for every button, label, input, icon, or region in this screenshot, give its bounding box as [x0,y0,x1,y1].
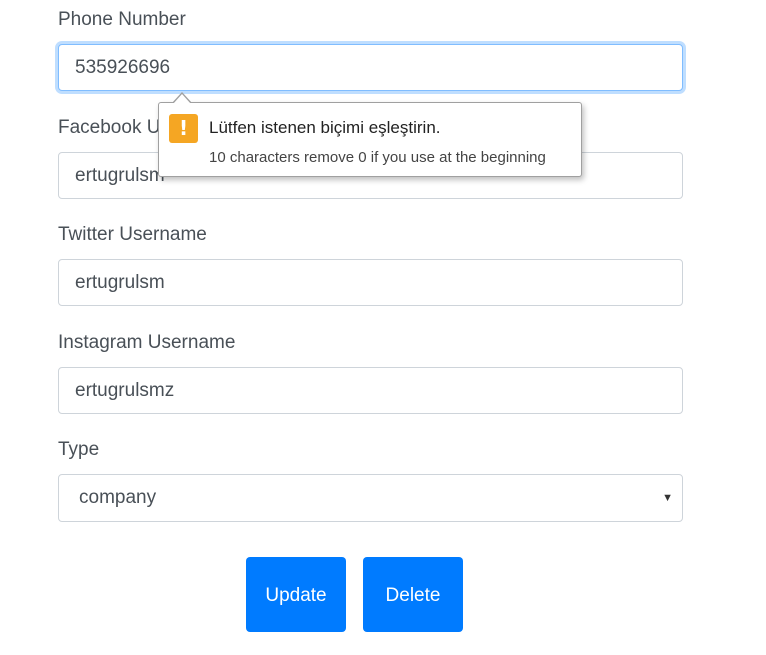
validation-message: 10 characters remove 0 if you use at the… [209,149,546,166]
type-label: Type [58,439,100,460]
twitter-input[interactable]: ertugrulsm [58,259,683,306]
caret-down-icon: ▼ [662,492,673,504]
type-select-value: company [79,487,157,508]
delete-button[interactable]: Delete [363,557,463,632]
phone-label: Phone Number [58,9,186,30]
validation-tooltip: ! Lütfen istenen biçimi eşleştirin. 10 c… [158,102,582,177]
update-button[interactable]: Update [246,557,346,632]
tooltip-arrow-fill [173,94,191,104]
type-select[interactable]: company ▼ [58,474,683,522]
instagram-input[interactable]: ertugrulsmz [58,367,683,414]
validation-title: Lütfen istenen biçimi eşleştirin. [209,118,441,137]
phone-input[interactable]: 535926696 [58,44,683,91]
edit-profile-form: Phone Number 535926696 Facebook Username… [0,0,766,655]
instagram-label: Instagram Username [58,332,236,353]
twitter-label: Twitter Username [58,224,207,245]
warning-icon: ! [169,114,198,143]
